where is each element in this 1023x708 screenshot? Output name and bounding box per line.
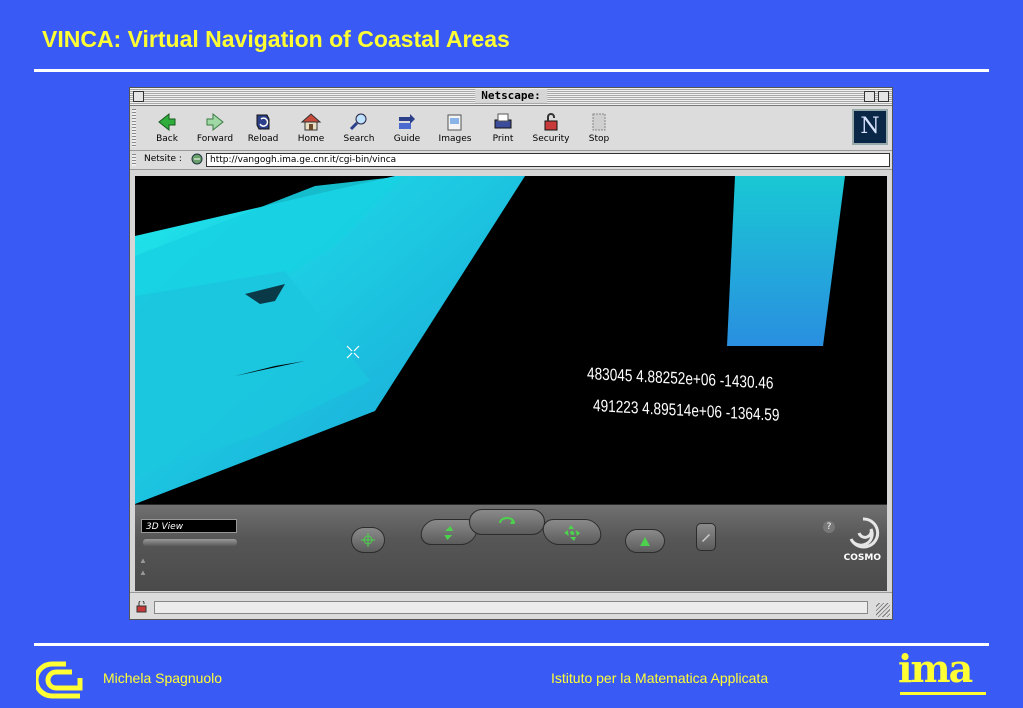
- window-collapse-box[interactable]: [878, 91, 889, 102]
- netscape-logo[interactable]: N: [852, 109, 888, 145]
- reload-button[interactable]: Reload: [241, 109, 285, 147]
- window-title: Netscape:: [475, 89, 547, 103]
- pan-arrows-icon: [564, 525, 581, 541]
- forward-label: Forward: [196, 134, 234, 144]
- window-titlebar[interactable]: Netscape:: [130, 88, 892, 106]
- viewpoint-arrows[interactable]: [143, 539, 237, 546]
- vrml-3d-viewport[interactable]: 483045 4.88252e+06 -1430.46 491223 4.895…: [135, 176, 887, 504]
- guide-icon: [399, 114, 415, 129]
- cnr-logo: [36, 661, 83, 699]
- window-close-box[interactable]: [133, 91, 144, 102]
- security-status-icon[interactable]: [135, 601, 149, 613]
- terrain-render: [135, 176, 845, 504]
- reload-icon: [256, 114, 270, 130]
- viewpoint-select[interactable]: 3D View: [141, 519, 237, 533]
- ima-logo-underline: [900, 692, 986, 695]
- netscape-window: Netscape: Back Forward Reload Home Searc…: [129, 87, 893, 620]
- institute-name: Istituto per la Matematica Applicata: [551, 670, 769, 686]
- stop-icon: [592, 113, 606, 131]
- search-button[interactable]: Search: [337, 109, 381, 147]
- tilt-button[interactable]: [625, 529, 665, 553]
- page-proxy-icon[interactable]: [190, 152, 204, 166]
- location-grip[interactable]: [132, 154, 136, 166]
- images-icon: [447, 114, 462, 131]
- images-label: Images: [438, 134, 472, 144]
- navigation-toolbar: Back Forward Reload Home Search Guide Im…: [130, 106, 892, 151]
- forward-button[interactable]: Forward: [193, 109, 237, 147]
- toolbar-grip[interactable]: [132, 109, 136, 147]
- dashboard-toggle[interactable]: ▲ ▲: [139, 555, 147, 579]
- cosmo-swirl-icon: [849, 517, 880, 549]
- back-arrow-icon: [158, 112, 176, 132]
- images-button[interactable]: Images: [433, 109, 477, 147]
- pan-button[interactable]: [540, 519, 604, 545]
- print-label: Print: [492, 134, 514, 144]
- edit-button[interactable]: [696, 523, 716, 551]
- status-message-field: [154, 601, 868, 614]
- security-lock-icon: [544, 113, 558, 131]
- ima-logo: ima: [898, 646, 973, 691]
- zoom-arrows-icon: [444, 526, 454, 540]
- seek-button[interactable]: [351, 527, 385, 553]
- guide-label: Guide: [393, 134, 421, 144]
- cosmo-player-controls: 3D View ▲ ▲ ? COSMO: [135, 504, 887, 591]
- search-icon: [349, 113, 367, 131]
- home-icon: [300, 113, 322, 131]
- print-icon: [494, 113, 512, 129]
- search-label: Search: [343, 134, 375, 144]
- header-divider: [34, 69, 989, 72]
- stop-label: Stop: [588, 134, 610, 144]
- tilt-icon: [640, 537, 650, 546]
- back-label: Back: [156, 134, 178, 144]
- rotate-button[interactable]: [469, 509, 545, 535]
- url-input[interactable]: [206, 153, 890, 167]
- print-button[interactable]: Print: [481, 109, 525, 147]
- status-bar: [130, 592, 892, 619]
- help-icon[interactable]: ?: [823, 521, 835, 533]
- footer-divider: [34, 643, 989, 646]
- author-name: Michela Spagnuolo: [103, 670, 223, 686]
- slide-title: VINCA: Virtual Navigation of Coastal Are…: [42, 26, 510, 52]
- home-label: Home: [297, 134, 325, 144]
- pencil-icon: [702, 534, 710, 542]
- location-label: Netsite :: [144, 154, 182, 164]
- back-button[interactable]: Back: [145, 109, 189, 147]
- window-resize-grip[interactable]: [876, 603, 890, 617]
- forward-arrow-icon: [206, 112, 224, 132]
- stop-button[interactable]: Stop: [577, 109, 621, 147]
- home-button[interactable]: Home: [289, 109, 333, 147]
- location-bar: Netsite :: [130, 151, 892, 170]
- guide-button[interactable]: Guide: [385, 109, 429, 147]
- seek-target-icon: [361, 533, 375, 547]
- reload-label: Reload: [247, 134, 279, 144]
- cosmo-brand-label: COSMO: [843, 553, 881, 563]
- window-zoom-box[interactable]: [864, 91, 875, 102]
- security-label: Security: [532, 134, 570, 144]
- security-button[interactable]: Security: [529, 109, 573, 147]
- rotate-arrows-icon: [499, 517, 515, 524]
